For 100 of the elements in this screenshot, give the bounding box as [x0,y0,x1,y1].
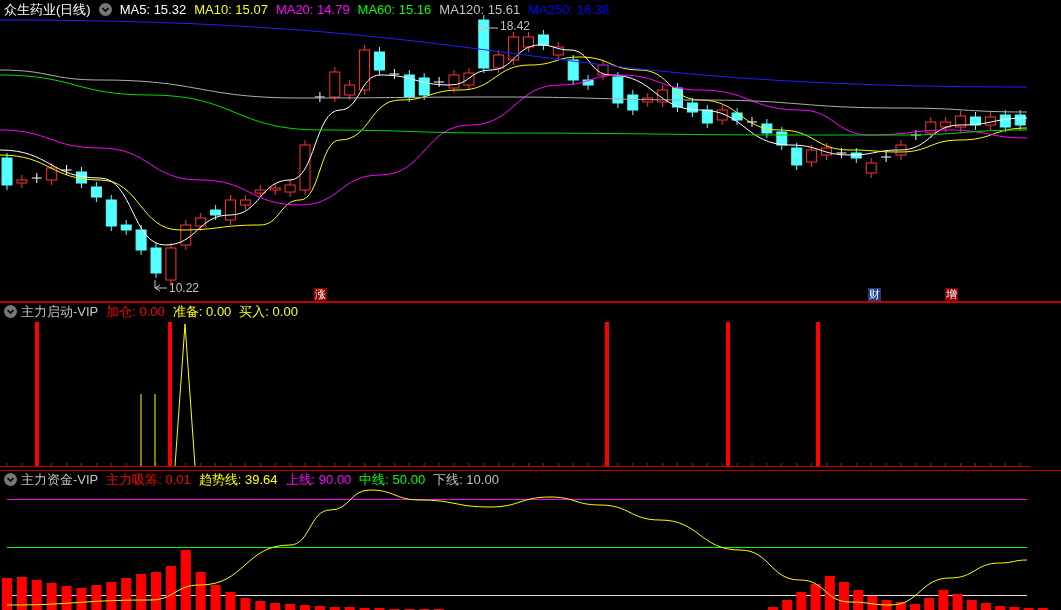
candlestick [806,144,818,168]
candlestick [105,194,117,232]
candlestick [31,172,43,184]
low-price-label: 10.22 [169,282,200,294]
event-marker[interactable]: 财 [868,288,881,301]
candlestick [925,116,937,139]
indicator-value: 上线: 90.00 [285,472,352,487]
indicator-value: 中线: 50.00 [359,472,426,487]
candlestick [895,139,907,161]
dropdown-icon[interactable] [4,473,17,486]
histogram-bar [924,598,935,610]
histogram-bar [344,607,355,610]
candlestick [716,104,728,126]
candlestick [612,71,624,109]
histogram-bar [76,588,87,610]
leader-line [477,24,499,32]
candlestick [359,44,371,96]
high-price-label: 18.42 [500,20,531,32]
candlestick [880,151,892,163]
histogram-bar [255,601,266,610]
histogram-bar [810,584,821,610]
candlestick [210,204,222,221]
candlestick [955,110,967,133]
candlestick [463,67,475,91]
candlestick [701,104,713,129]
indicator-value: MA5: 15.32 [119,2,187,17]
histogram-bar [285,604,296,610]
candlestick [299,139,311,196]
histogram-bar [910,604,920,610]
histogram-bar [61,586,72,610]
candlestick [731,107,743,126]
event-marker[interactable]: 增 [945,288,958,301]
candlestick [657,84,669,108]
histogram-bar [270,603,281,610]
candlestick [791,142,803,171]
histogram-bar [329,607,340,610]
candlestick [433,76,445,88]
candlestick [523,31,534,53]
candlestick [254,184,266,199]
candlestick [850,147,862,164]
histogram-bar [121,578,132,610]
histogram-bar [938,590,949,610]
dropdown-icon[interactable] [98,3,112,16]
candlestick [821,142,832,161]
histogram-bar [995,606,1006,610]
stock-title: 众生药业(日线) [4,2,91,17]
indicator-value: MA10: 15.07 [194,2,268,17]
histogram-bar [981,603,991,610]
candlestick [76,166,87,189]
candlestick [672,82,683,113]
histogram-bar [1009,607,1020,610]
histogram-bar [210,585,221,610]
histogram-bar [824,576,835,610]
candlestick [46,162,58,186]
indicator-value: 下线: 10.00 [433,472,499,487]
histogram-bar [881,600,892,610]
candlestick [329,66,341,103]
candlestick [835,147,847,159]
histogram-bar [91,585,102,610]
histogram-bar [165,566,176,610]
candlestick [135,224,147,256]
candlestick [582,74,594,91]
indicator-value: 准备: 0.00 [172,304,232,319]
histogram-bar [952,594,963,610]
histogram-bar [853,590,864,610]
candlestick [865,157,877,179]
dropdown-icon[interactable] [4,305,17,318]
histogram-bar [796,592,807,610]
histogram-bar [314,606,325,610]
candlestick [1014,109,1026,131]
indicator-value: 主力吸筹: 0.01 [106,472,191,487]
indicator-value: 买入: 0.00 [239,304,298,319]
candlestick [910,129,922,141]
candlestick [597,59,609,81]
candlestick [120,219,132,236]
histogram-bar [768,607,778,610]
candlestick [195,212,207,232]
candlestick [374,46,385,76]
histogram-bar [966,600,977,610]
indicator-value: MA120: 15.61 [439,2,521,17]
candlestick [61,164,73,176]
event-marker[interactable]: 涨 [314,288,327,301]
histogram-bar [839,582,849,610]
histogram-bar [180,550,191,610]
candlestick [984,111,996,131]
indicator-title: 主力资金-VIP [21,472,99,487]
histogram-bar [895,602,906,610]
candlestick [537,29,549,51]
candlestick [940,116,952,133]
histogram-bar [16,577,27,610]
candlestick [567,54,579,86]
indicator-value: MA250: 16.38 [528,2,610,17]
histogram-bar [867,596,878,610]
indicator-value: 趋势线: 39.64 [198,472,278,487]
candlestick [493,49,505,74]
histogram-bar [31,580,42,610]
candlestick [150,242,162,279]
candlestick [970,111,981,131]
histogram-bar [300,605,310,610]
candlestick [627,89,639,116]
